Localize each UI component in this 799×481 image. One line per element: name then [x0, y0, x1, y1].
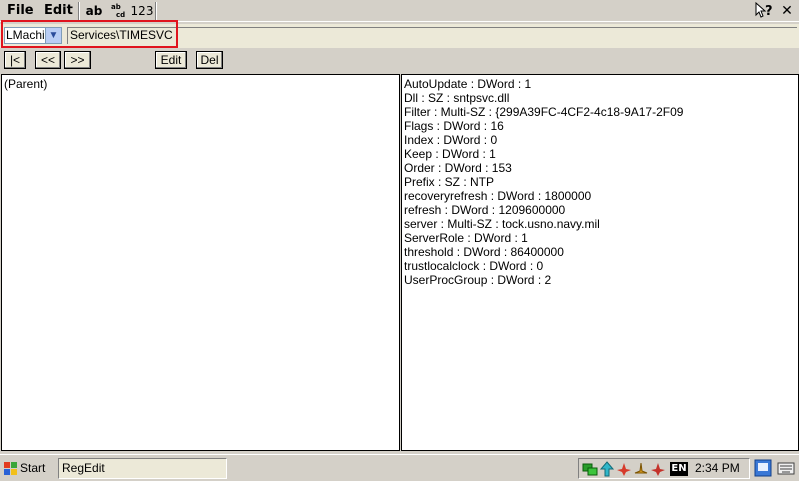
windows-logo-icon	[4, 462, 17, 475]
start-button[interactable]: Start	[2, 458, 53, 479]
svg-text:ab: ab	[111, 3, 121, 11]
list-item[interactable]: UserProcGroup : DWord : 2	[402, 273, 798, 287]
list-item[interactable]: recoveryrefresh : DWord : 1800000	[402, 189, 798, 203]
list-item[interactable]: ServerRole : DWord : 1	[402, 231, 798, 245]
list-item[interactable]: Filter : Multi-SZ : {299A39FC-4CF2-4c18-…	[402, 105, 798, 119]
menu-file[interactable]: File	[3, 2, 38, 20]
list-item[interactable]: AutoUpdate : DWord : 1	[402, 77, 798, 91]
svg-text:?: ?	[765, 4, 773, 19]
list-item[interactable]: Order : DWord : 153	[402, 161, 798, 175]
value-list[interactable]: AutoUpdate : DWord : 1 Dll : SZ : sntpsv…	[401, 74, 799, 451]
list-item[interactable]: Index : DWord : 0	[402, 133, 798, 147]
clock[interactable]: 2:34 PM	[695, 459, 740, 478]
list-item[interactable]: trustlocalclock : DWord : 0	[402, 259, 798, 273]
prev-button[interactable]: <<	[35, 51, 61, 69]
keyboard-icon[interactable]	[776, 458, 796, 478]
task-regedit[interactable]: RegEdit	[58, 458, 227, 479]
system-tray: EN 2:34 PM	[578, 458, 750, 479]
next-button[interactable]: >>	[64, 51, 91, 69]
num-123-icon[interactable]: 123	[130, 1, 154, 21]
menu-bar: File Edit ab ab cd 123 ? ✕	[0, 0, 799, 22]
menu-edit[interactable]: Edit	[40, 2, 77, 20]
abcd-icon[interactable]: ab cd	[107, 1, 129, 21]
highlight-box	[1, 20, 178, 48]
list-item[interactable]: Prefix : SZ : NTP	[402, 175, 798, 189]
network-icon[interactable]	[582, 461, 598, 477]
close-icon[interactable]: ✕	[777, 1, 797, 21]
sync-arrow-icon[interactable]	[599, 461, 615, 477]
delete-button[interactable]: Del	[196, 51, 223, 69]
list-item[interactable]: Dll : SZ : sntpsvc.dll	[402, 91, 798, 105]
toolbar-separator	[155, 2, 157, 20]
list-item[interactable]: threshold : DWord : 86400000	[402, 245, 798, 259]
taskbar: Start RegEdit EN 2:34 PM	[0, 454, 799, 481]
key-list[interactable]: (Parent)	[1, 74, 400, 451]
toolbar-separator	[78, 2, 80, 20]
ab-icon[interactable]: ab	[83, 1, 105, 21]
start-label: Start	[20, 461, 46, 475]
svg-text:cd: cd	[116, 11, 125, 19]
list-item[interactable]: (Parent)	[2, 77, 399, 91]
status-icon[interactable]	[633, 461, 649, 477]
list-item[interactable]: refresh : DWord : 1209600000	[402, 203, 798, 217]
desktop-icon[interactable]	[753, 458, 773, 478]
language-indicator[interactable]: EN	[670, 462, 688, 476]
status-icon[interactable]	[616, 461, 632, 477]
status-icon[interactable]	[650, 461, 666, 477]
help-icon[interactable]: ?	[753, 1, 775, 21]
first-button[interactable]: |<	[4, 51, 26, 69]
list-item[interactable]: server : Multi-SZ : tock.usno.navy.mil	[402, 217, 798, 231]
edit-button[interactable]: Edit	[155, 51, 187, 69]
list-item[interactable]: Keep : DWord : 1	[402, 147, 798, 161]
list-item[interactable]: Flags : DWord : 16	[402, 119, 798, 133]
